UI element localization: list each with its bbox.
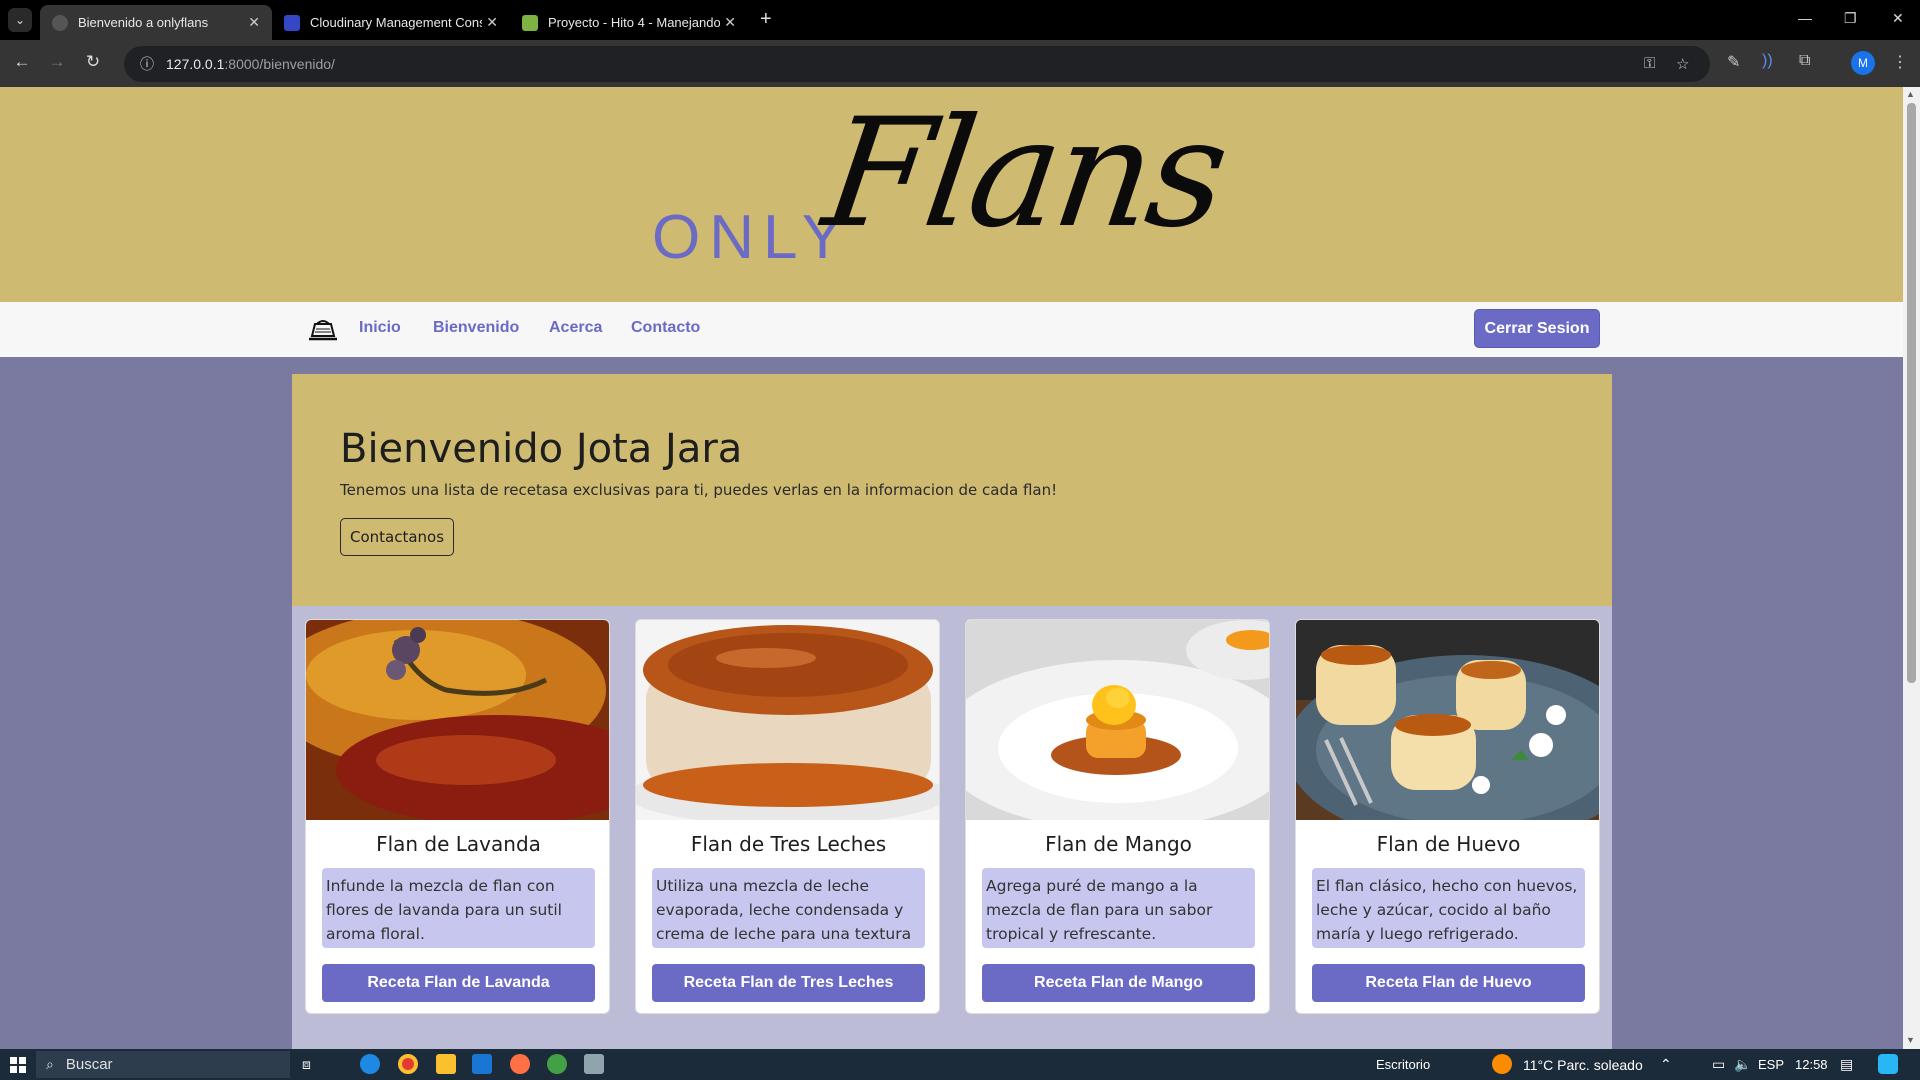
nav-link-inicio[interactable]: Inicio	[359, 319, 401, 337]
language-indicator[interactable]: ESP	[1758, 1057, 1784, 1072]
welcome-heading: Bienvenido Jota Jara	[340, 426, 743, 472]
new-tab-button[interactable]: +	[760, 8, 772, 31]
volume-icon[interactable]: 🔈	[1734, 1056, 1751, 1073]
scroll-up-icon[interactable]: ▲	[1906, 89, 1915, 99]
card-title: Flan de Mango	[1045, 832, 1192, 856]
tab-title: Cloudinary Management Console	[310, 15, 482, 30]
weather-icon	[1492, 1054, 1512, 1074]
cloudinary-icon	[284, 14, 300, 31]
vscode-icon[interactable]	[472, 1054, 492, 1074]
main-navbar: Inicio Bienvenido Acerca Contacto Cerrar…	[0, 302, 1903, 357]
project-icon	[522, 14, 538, 31]
clock-time[interactable]: 12:58	[1795, 1057, 1828, 1072]
browser-tab-active[interactable]: Bienvenido a onlyflans ✕	[40, 5, 272, 40]
flan-card: Flan de Huevo El flan clásico, hecho con…	[1295, 619, 1600, 1014]
recipe-button-lavanda[interactable]: Receta Flan de Lavanda	[322, 964, 595, 1002]
postman-icon[interactable]	[510, 1054, 530, 1074]
weather-text[interactable]: 11°C Parc. soleado	[1523, 1057, 1643, 1073]
tab-title: Proyecto - Hito 4 - Manejando formulario…	[548, 15, 720, 30]
broadcast-icon[interactable]: ))	[1762, 52, 1773, 70]
browser-toolbar: ← → ↻ ⓘ 127.0.0.1:8000/bienvenido/ ⚿ ☆ ✎…	[0, 40, 1920, 87]
card-description: Agrega puré de mango a la mezcla de flan…	[982, 868, 1255, 948]
hero-banner: ONLY Flans	[0, 87, 1903, 302]
logo-flans-text: Flans	[814, 87, 1235, 261]
browser-tab[interactable]: Cloudinary Management Console ✕	[272, 5, 510, 40]
flan-lavanda-image	[306, 620, 609, 820]
taskbar-search[interactable]: ⌕ Buscar	[36, 1051, 290, 1078]
welcome-jumbotron: Bienvenido Jota Jara Tenemos una lista d…	[292, 374, 1612, 606]
flan-card: Flan de Mango Agrega puré de mango a la …	[965, 619, 1270, 1014]
network-icon[interactable]: ▭	[1712, 1056, 1725, 1073]
browser-tab[interactable]: Proyecto - Hito 4 - Manejando formulario…	[510, 5, 748, 40]
contact-button[interactable]: Contactanos	[340, 518, 454, 556]
notifications-icon[interactable]: ▤	[1840, 1056, 1853, 1073]
welcome-text: Tenemos una lista de recetasa exclusivas…	[340, 481, 1058, 499]
forward-icon[interactable]: →	[45, 52, 69, 72]
card-description: Infunde la mezcla de flan con flores de …	[322, 868, 595, 948]
recipe-button-huevo[interactable]: Receta Flan de Huevo	[1312, 964, 1585, 1002]
close-icon[interactable]: ✕	[486, 14, 498, 31]
restore-icon[interactable]: ❐	[1844, 10, 1857, 27]
bookmark-star-icon[interactable]: ☆	[1676, 55, 1689, 73]
card-title: Flan de Lavanda	[376, 832, 541, 856]
nav-link-acerca[interactable]: Acerca	[549, 319, 602, 337]
nav-link-contacto[interactable]: Contacto	[631, 319, 700, 337]
tab-search-button[interactable]: ⌄	[8, 8, 32, 32]
flan-mango-image	[966, 620, 1269, 820]
url-host: 127.0.0.1	[166, 56, 225, 72]
browser-tab-bar: ⌄ Bienvenido a onlyflans ✕ Cloudinary Ma…	[0, 0, 1920, 40]
desktop-label[interactable]: Escritorio	[1376, 1057, 1430, 1072]
edge-icon[interactable]	[360, 1054, 380, 1074]
copilot-icon[interactable]	[1878, 1054, 1898, 1074]
recipe-button-tres-leches[interactable]: Receta Flan de Tres Leches	[652, 964, 925, 1002]
close-window-icon[interactable]: ✕	[1892, 10, 1904, 27]
flan-card: Flan de Tres Leches Utiliza una mezcla d…	[635, 619, 940, 1014]
address-bar[interactable]: ⓘ 127.0.0.1:8000/bienvenido/ ⚿ ☆	[124, 46, 1710, 82]
flan-card: Flan de Lavanda Infunde la mezcla de fla…	[305, 619, 610, 1014]
password-key-icon[interactable]: ⚿	[1644, 55, 1655, 72]
tab-title: Bienvenido a onlyflans	[78, 15, 209, 30]
card-title: Flan de Tres Leches	[690, 832, 887, 856]
card-description: Utiliza una mezcla de leche evaporada, l…	[652, 868, 925, 948]
search-icon: ⌕	[46, 1056, 54, 1072]
pen-icon[interactable]: ✎	[1727, 52, 1740, 72]
url-path: :8000/bienvenido/	[224, 56, 335, 72]
file-explorer-icon[interactable]	[436, 1054, 456, 1074]
tray-chevron-icon[interactable]: ⌃	[1660, 1056, 1672, 1073]
app-icon[interactable]	[584, 1054, 604, 1074]
extensions-icon[interactable]: ⧉	[1799, 52, 1810, 70]
scroll-down-icon[interactable]: ▼	[1906, 1035, 1915, 1045]
recipe-button-mango[interactable]: Receta Flan de Mango	[982, 964, 1255, 1002]
task-view-icon[interactable]: ⧈	[302, 1056, 311, 1073]
flan-huevo-image	[1296, 620, 1599, 820]
flan-tres-leches-image	[636, 620, 939, 820]
chrome-active-icon[interactable]	[547, 1054, 567, 1074]
chrome-icon[interactable]	[398, 1054, 418, 1074]
card-description: El flan clásico, hecho con huevos, leche…	[1312, 868, 1585, 948]
back-icon[interactable]: ←	[10, 52, 34, 72]
windows-taskbar: ⌕ Buscar ⧈ Escritorio 11°C Parc. soleado…	[0, 1049, 1920, 1080]
close-icon[interactable]: ✕	[248, 14, 260, 31]
close-icon[interactable]: ✕	[724, 14, 736, 31]
site-info-icon[interactable]: ⓘ	[140, 54, 154, 74]
logout-button[interactable]: Cerrar Sesion	[1474, 309, 1600, 348]
windows-start-icon[interactable]	[10, 1057, 26, 1073]
page-scrollbar[interactable]: ▲ ▼	[1903, 87, 1920, 1049]
reload-icon[interactable]: ↻	[81, 52, 105, 72]
globe-icon	[52, 14, 68, 31]
nav-link-bienvenido[interactable]: Bienvenido	[433, 319, 519, 337]
menu-kebab-icon[interactable]: ⋮	[1892, 52, 1908, 72]
scroll-thumb[interactable]	[1907, 103, 1916, 683]
card-title: Flan de Huevo	[1376, 832, 1521, 856]
profile-avatar[interactable]: M	[1851, 51, 1875, 75]
minimize-icon[interactable]: —	[1798, 10, 1812, 26]
flan-icon[interactable]	[308, 316, 338, 342]
site-logo[interactable]: ONLY Flans	[652, 87, 1252, 299]
search-placeholder: Buscar	[65, 1056, 113, 1073]
page-viewport: ONLY Flans Inicio Bienvenido Acerca Cont…	[0, 87, 1903, 1049]
main-container: Bienvenido Jota Jara Tenemos una lista d…	[292, 374, 1612, 1049]
